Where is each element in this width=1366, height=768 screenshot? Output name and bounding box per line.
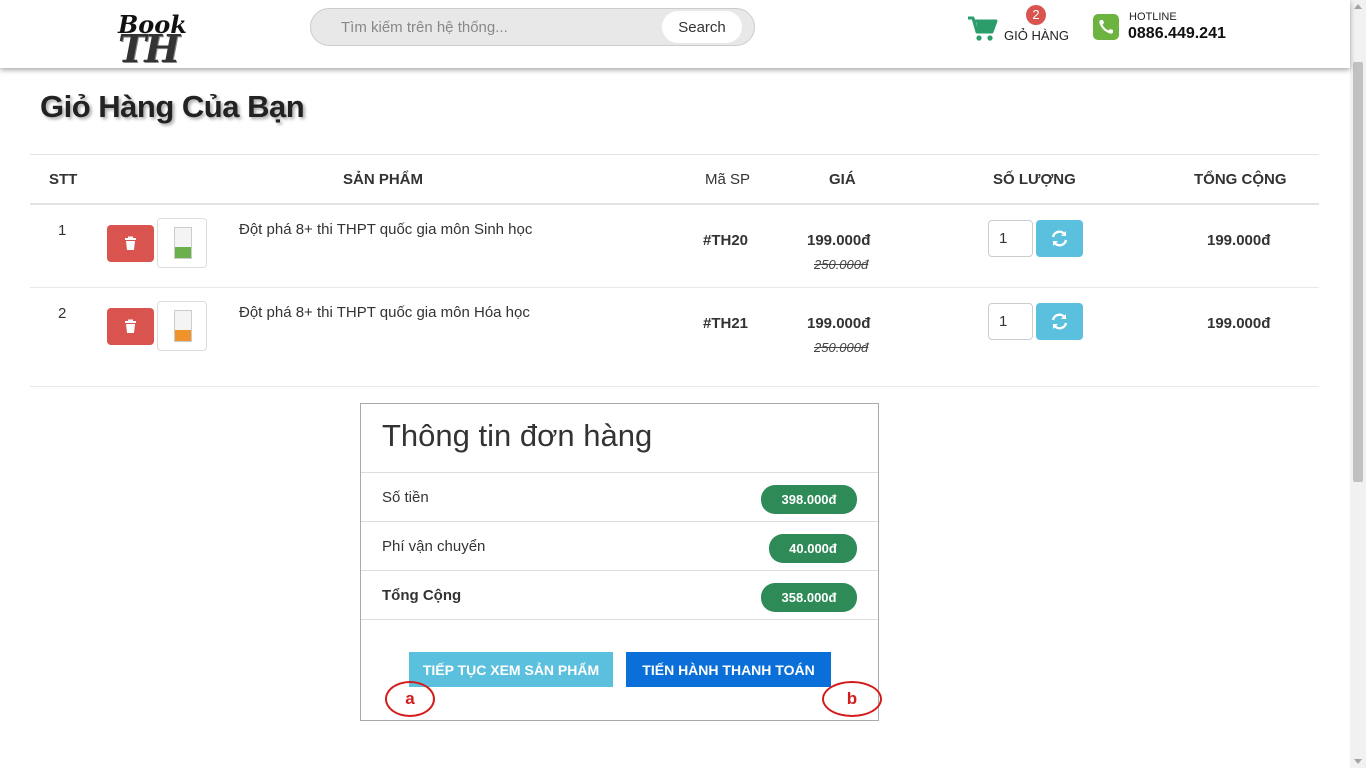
product-thumbnail[interactable]: [157, 301, 207, 351]
page-scrollbar[interactable]: [1350, 0, 1366, 768]
summary-row-shipping: Phí vận chuyển 40.000đ: [361, 521, 878, 570]
book-cover: [174, 310, 192, 342]
hotline-number[interactable]: 0886.449.241: [1128, 25, 1226, 43]
logo[interactable]: TH Book: [118, 10, 187, 71]
search-bar: Search: [310, 8, 755, 46]
continue-shopping-button[interactable]: TIẾP TỤC XEM SẢN PHẨM: [409, 652, 613, 687]
scroll-thumb[interactable]: [1353, 62, 1363, 482]
total-label: Tổng Cộng: [382, 587, 462, 604]
row-total: 199.000đ: [1207, 315, 1271, 332]
scroll-up-arrow-icon[interactable]: [1354, 4, 1362, 9]
product-old-price: 250.000đ: [814, 340, 869, 355]
order-summary: Thông tin đơn hàng Số tiền 398.000đ Phí …: [360, 403, 882, 721]
book-cover-band: [175, 330, 191, 341]
product-name[interactable]: Đột phá 8+ thi THPT quốc gia môn Sinh họ…: [239, 221, 532, 238]
product-code: #TH21: [703, 315, 749, 332]
subtotal-label: Số tiền: [382, 489, 429, 506]
table-header: STT SẢN PHẨM Mã SP GIÁ SỐ LƯỢNG TỔNG CỘN…: [30, 154, 1319, 205]
delete-item-button[interactable]: [107, 225, 154, 262]
row-stt: 1: [58, 222, 67, 239]
product-price: 199.000đ: [807, 232, 871, 249]
summary-row-subtotal: Số tiền 398.000đ: [361, 472, 878, 521]
total-badge: 358.000đ: [761, 583, 857, 612]
page-title: Giỏ Hàng Của Bạn: [40, 89, 305, 124]
scroll-down-arrow-icon[interactable]: [1354, 759, 1362, 764]
logo-th: TH: [118, 26, 180, 71]
cart-table: STT SẢN PHẨM Mã SP GIÁ SỐ LƯỢNG TỔNG CỘN…: [30, 154, 1319, 387]
header-product: SẢN PHẨM: [343, 171, 424, 188]
delete-item-button[interactable]: [107, 308, 154, 345]
shipping-label: Phí vận chuyển: [382, 538, 486, 555]
trash-icon: [125, 236, 136, 250]
search-input[interactable]: [323, 9, 663, 45]
hotline-label: HOTLINE: [1129, 11, 1177, 23]
product-price: 199.000đ: [807, 315, 871, 332]
cart-link[interactable]: 2 GIỎ HÀNG: [968, 5, 1078, 54]
book-cover: [174, 227, 192, 259]
header-price: GIÁ: [829, 171, 856, 188]
product-thumbnail[interactable]: [157, 218, 207, 268]
table-row: 1 Đột phá 8+ thi THPT quốc gia môn Sinh …: [30, 205, 1319, 288]
header-quantity: SỐ LƯỢNG: [993, 171, 1076, 188]
shipping-badge: 40.000đ: [769, 534, 857, 563]
cart-icon: [968, 16, 998, 41]
refresh-icon: [1051, 230, 1068, 247]
product-name[interactable]: Đột phá 8+ thi THPT quốc gia môn Hóa học: [239, 304, 530, 321]
summary-row-total: Tổng Cộng 358.000đ: [361, 570, 878, 620]
trash-icon: [125, 319, 136, 333]
phone-icon: [1093, 14, 1119, 40]
refresh-icon: [1051, 313, 1068, 330]
cart-label: GIỎ HÀNG: [1004, 28, 1070, 43]
update-quantity-button[interactable]: [1036, 303, 1083, 340]
quantity-input[interactable]: [988, 303, 1033, 340]
product-code: #TH20: [703, 232, 749, 249]
annotation-mark-a: a: [385, 681, 435, 717]
search-button[interactable]: Search: [662, 11, 742, 43]
row-stt: 2: [58, 305, 67, 322]
quantity-input[interactable]: [988, 220, 1033, 257]
header-total: TỔNG CỘNG: [1194, 171, 1287, 188]
site-header: THBook Search 2 GIỎ HÀNG HOTLINE 0886.44…: [0, 0, 1350, 71]
checkout-button[interactable]: TIẾN HÀNH THANH TOÁN: [626, 652, 831, 687]
book-cover-band: [175, 247, 191, 258]
subtotal-badge: 398.000đ: [761, 485, 857, 514]
header-stt: STT: [49, 171, 78, 188]
annotation-mark-b: b: [822, 681, 882, 717]
row-total: 199.000đ: [1207, 232, 1271, 249]
header-code: Mã SP: [705, 171, 751, 188]
summary-title: Thông tin đơn hàng: [382, 418, 653, 453]
cart-count-badge: 2: [1026, 5, 1046, 25]
update-quantity-button[interactable]: [1036, 220, 1083, 257]
table-row: 2 Đột phá 8+ thi THPT quốc gia môn Hóa h…: [30, 288, 1319, 387]
product-old-price: 250.000đ: [814, 257, 869, 272]
